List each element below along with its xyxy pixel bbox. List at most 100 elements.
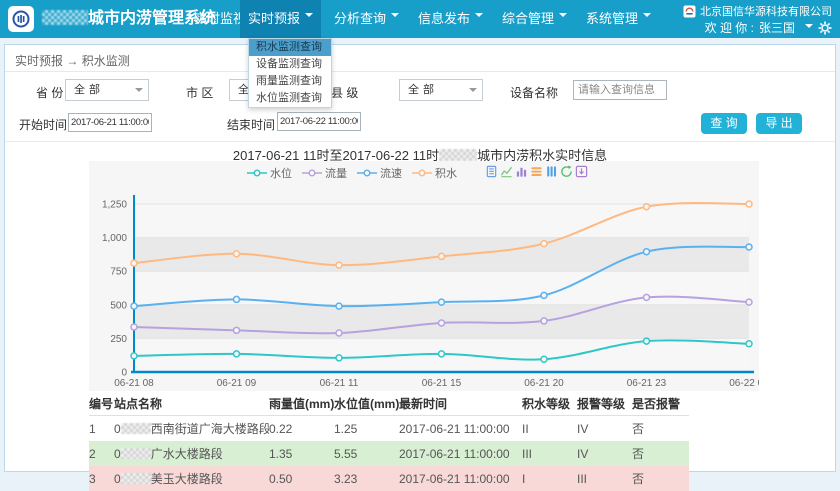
nav-item-analysis-query[interactable]: 分析查询 <box>326 0 407 38</box>
table-cell: IV <box>577 416 632 442</box>
table-cell: 1.25 <box>334 416 399 442</box>
svg-text:06-21 09: 06-21 09 <box>217 378 257 389</box>
redacted-text <box>121 423 151 434</box>
svg-text:06-22 09: 06-22 09 <box>729 378 759 389</box>
menu-item-device-monitor-query[interactable]: 设备监测查询 <box>249 56 331 73</box>
breadcrumb-arrow-icon: → <box>66 54 78 68</box>
county-label: 县 级 <box>331 84 358 101</box>
caret-down-icon <box>475 13 483 21</box>
refresh-icon[interactable] <box>560 165 573 178</box>
table-cell: III <box>522 441 577 466</box>
nav-item-comprehensive-mgmt[interactable]: 综合管理 <box>494 0 575 38</box>
county-select[interactable]: 全部 <box>399 79 483 101</box>
city-label: 市 区 <box>186 84 213 101</box>
export-button[interactable]: 导 出 <box>756 113 802 134</box>
nav-item-realtime-forecast[interactable]: 实时预报 <box>240 0 321 38</box>
svg-text:500: 500 <box>110 300 127 311</box>
table-cell: 2017-06-21 11:00:00 <box>399 466 522 491</box>
device-name-input[interactable] <box>573 80 667 100</box>
table-cell: III <box>577 466 632 491</box>
table-cell: 否 <box>632 441 689 466</box>
legend-item[interactable]: 流速 <box>357 165 402 181</box>
bar-chart-icon[interactable] <box>515 165 528 178</box>
table-cell: 否 <box>632 416 689 442</box>
column-header: 最新时间 <box>399 391 522 416</box>
top-header-bar: 城市内涝管理系统 实时监视 实时预报 分析查询 信息发布 综合管理 系统管理 北… <box>0 0 840 38</box>
svg-text:06-21 08: 06-21 08 <box>114 378 154 389</box>
main-panel: 实时预报 → 积水监测 省 份 全部 市 区 全部 县 级 全部 设备名称 开始… <box>4 44 836 472</box>
column-header: 是否报警 <box>632 391 689 416</box>
station-name-cell: 0西南街道广海大楼路段 <box>114 416 269 442</box>
caret-down-icon <box>559 13 567 21</box>
company-name: 北京国信华源科技有限公司 <box>683 3 832 19</box>
redacted-text <box>121 473 151 484</box>
legend-marker-icon <box>302 169 322 177</box>
province-select[interactable]: 全部 <box>65 79 149 101</box>
svg-text:1,000: 1,000 <box>102 233 127 244</box>
menu-item-rainfall-monitor-query[interactable]: 雨量监测查询 <box>249 73 331 90</box>
station-name-cell: 0广水大楼路段 <box>114 441 269 466</box>
svg-text:750: 750 <box>110 267 127 278</box>
nav-item-info-publish[interactable]: 信息发布 <box>410 0 491 38</box>
redacted-text <box>42 10 88 25</box>
caret-down-icon <box>643 13 651 21</box>
breadcrumb: 实时预报 → 积水监测 <box>15 52 130 69</box>
user-name[interactable]: 张三国 <box>759 19 795 36</box>
tiled-icon[interactable] <box>545 165 558 178</box>
legend-marker-icon <box>412 169 432 177</box>
caret-down-icon <box>805 24 813 32</box>
legend-marker-icon <box>357 169 377 177</box>
end-time-input[interactable] <box>277 112 361 131</box>
column-header: 水位值(mm) <box>334 391 399 416</box>
stack-icon[interactable] <box>530 165 543 178</box>
table-cell: IV <box>577 441 632 466</box>
column-header: 站点名称 <box>114 391 269 416</box>
query-button[interactable]: 查 询 <box>701 113 747 134</box>
monitoring-table: 编号站点名称雨量值(mm)水位值(mm)最新时间积水等级报警等级是否报警 10西… <box>89 391 689 491</box>
forecast-dropdown-menu: 积水监测查询 设备监测查询 雨量监测查询 水位监测查询 <box>248 38 332 108</box>
column-header: 编号 <box>89 391 114 416</box>
table-cell: 5.55 <box>334 441 399 466</box>
table-cell: 1.35 <box>269 441 334 466</box>
legend-item[interactable]: 积水 <box>412 165 457 181</box>
caret-down-icon <box>469 88 477 96</box>
svg-text:06-21 11: 06-21 11 <box>320 378 359 389</box>
end-time-label: 结束时间 <box>227 116 275 133</box>
app-logo <box>8 6 34 32</box>
divider <box>5 141 835 142</box>
device-name-label: 设备名称 <box>510 84 558 101</box>
table-cell: 1 <box>89 416 114 442</box>
svg-text:06-21 15: 06-21 15 <box>422 378 462 389</box>
redacted-text <box>121 448 151 459</box>
table-cell: 否 <box>632 466 689 491</box>
table-cell: 0.50 <box>269 466 334 491</box>
start-time-label: 开始时间 <box>19 116 67 133</box>
column-header: 积水等级 <box>522 391 577 416</box>
nav-item-system-mgmt[interactable]: 系统管理 <box>578 0 659 38</box>
caret-down-icon <box>135 88 143 96</box>
legend-item[interactable]: 流量 <box>302 165 347 181</box>
menu-item-waterlevel-monitor-query[interactable]: 水位监测查询 <box>249 90 331 107</box>
line-chart-icon[interactable] <box>500 165 513 178</box>
table-cell: II <box>522 416 577 442</box>
table-row[interactable]: 30美玉大楼路段0.503.232017-06-21 11:00:00IIII否 <box>89 466 689 491</box>
gear-icon[interactable] <box>818 21 832 35</box>
province-label: 省 份 <box>36 84 63 101</box>
divider <box>5 71 835 72</box>
table-row[interactable]: 10西南街道广海大楼路段0.221.252017-06-21 11:00:00I… <box>89 416 689 442</box>
welcome-label: 欢 迎 你 : <box>705 19 754 36</box>
menu-item-water-accumulation-query[interactable]: 积水监测查询 <box>249 39 331 56</box>
legend-item[interactable]: 水位 <box>247 165 292 181</box>
table-row[interactable]: 20广水大楼路段1.355.552017-06-21 11:00:00IIIIV… <box>89 441 689 466</box>
company-logo-icon <box>683 5 696 18</box>
svg-text:06-21 20: 06-21 20 <box>524 378 564 389</box>
svg-text:1,250: 1,250 <box>102 200 127 211</box>
save-image-icon[interactable] <box>575 165 588 178</box>
breadcrumb-page: 积水监测 <box>82 54 130 68</box>
start-time-input[interactable] <box>68 113 152 132</box>
data-view-icon[interactable] <box>485 165 498 178</box>
svg-text:250: 250 <box>110 334 127 345</box>
table-cell: 0.22 <box>269 416 334 442</box>
welcome-area: 欢 迎 你 : 张三国 <box>705 19 832 36</box>
chart-toolbox <box>485 165 588 178</box>
